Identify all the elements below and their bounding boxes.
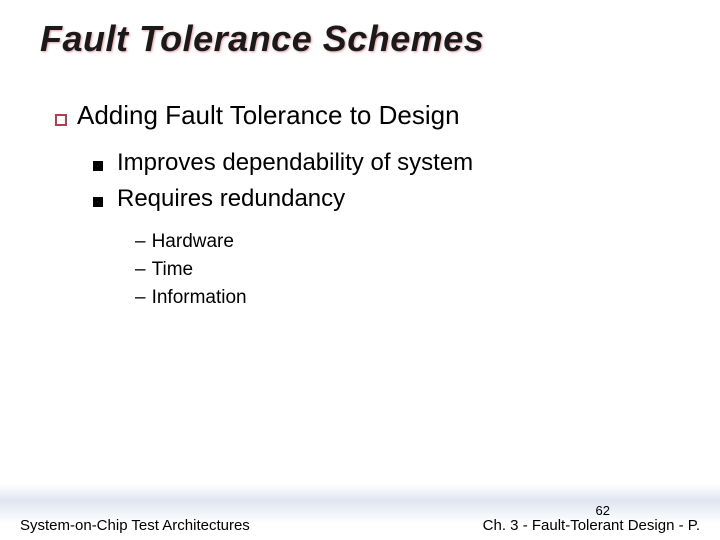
dash-icon: – <box>135 259 146 280</box>
hollow-square-icon <box>55 114 67 126</box>
level2-container: Improves dependability of system Require… <box>55 149 720 309</box>
dash-icon: – <box>135 287 146 308</box>
slide-footer: System-on-Chip Test Architectures 62 Ch.… <box>0 484 720 540</box>
footer-chapter: Ch. 3 - Fault-Tolerant Design - P. <box>483 517 700 534</box>
level2-text: Improves dependability of system <box>117 149 473 177</box>
page-number: 62 <box>596 503 610 518</box>
level3-text: Hardware <box>152 231 234 252</box>
bullet-level3: –Time <box>135 259 720 281</box>
bullet-level3: –Hardware <box>135 231 720 253</box>
footer-left: System-on-Chip Test Architectures <box>20 517 250 534</box>
bullet-level2: Improves dependability of system <box>93 149 720 177</box>
level1-text: Adding Fault Tolerance to Design <box>77 100 460 131</box>
filled-square-icon <box>93 161 103 171</box>
level3-container: –Hardware –Time –Information <box>93 221 720 309</box>
slide-content: Adding Fault Tolerance to Design Improve… <box>0 60 720 309</box>
bullet-level1: Adding Fault Tolerance to Design <box>55 100 720 131</box>
dash-icon: – <box>135 231 146 252</box>
level2-text: Requires redundancy <box>117 185 345 213</box>
level3-text: Time <box>152 259 194 280</box>
slide-title: Fault Tolerance Schemes <box>0 0 720 60</box>
bullet-level2: Requires redundancy <box>93 185 720 213</box>
bullet-level3: –Information <box>135 287 720 309</box>
footer-right: 62 Ch. 3 - Fault-Tolerant Design - P. <box>483 517 700 534</box>
filled-square-icon <box>93 197 103 207</box>
level3-text: Information <box>152 287 247 308</box>
